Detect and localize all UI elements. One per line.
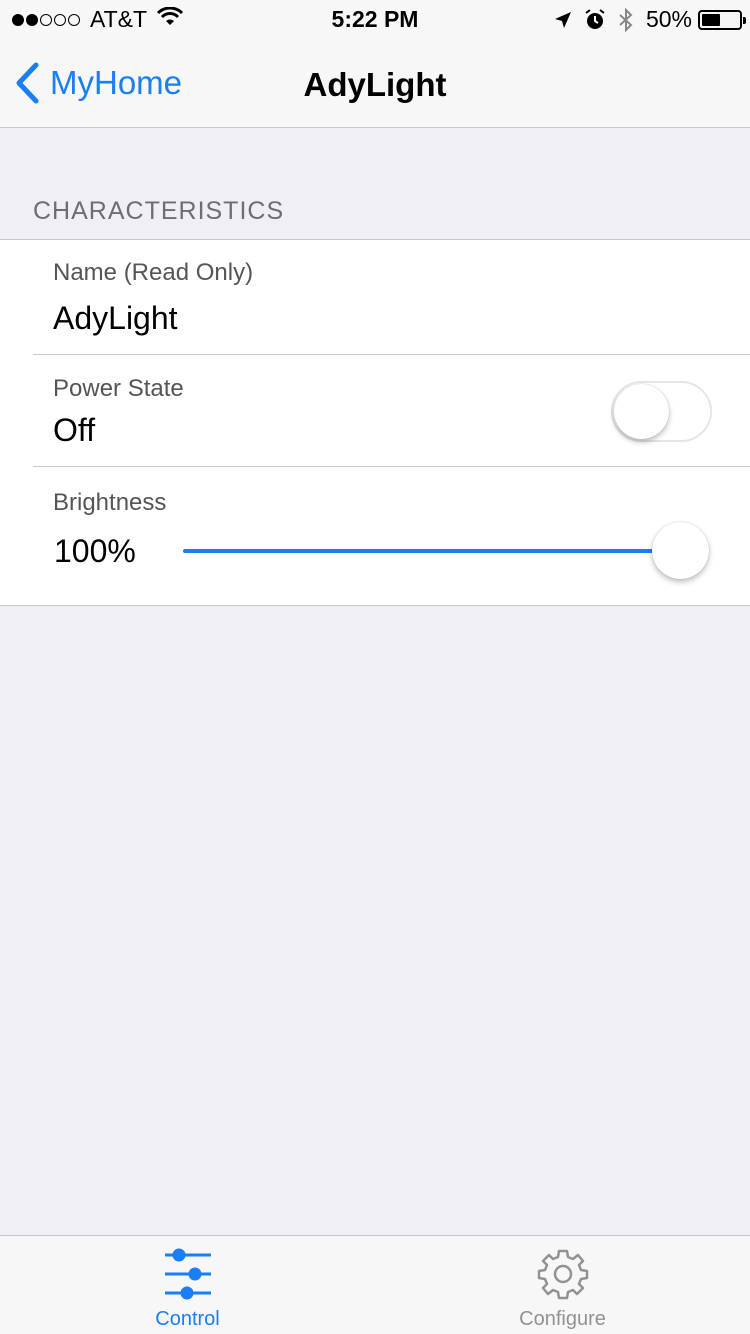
- brightness-value: 100%: [54, 533, 136, 569]
- tab-control-label: Control: [155, 1308, 220, 1330]
- battery-icon: [698, 9, 746, 30]
- bluetooth-icon: [618, 7, 634, 32]
- tab-control[interactable]: Control: [0, 1236, 375, 1334]
- power-toggle[interactable]: [611, 381, 712, 442]
- sliders-icon: [163, 1248, 213, 1305]
- section-header: CHARACTERISTICS: [33, 197, 285, 225]
- gear-icon: [537, 1248, 589, 1305]
- alarm-icon: [584, 8, 606, 31]
- characteristics-table: Name (Read Only) AdyLight Power State Of…: [0, 239, 750, 606]
- brightness-cell: Brightness 100%: [0, 467, 750, 607]
- brightness-slider-thumb[interactable]: [652, 522, 709, 579]
- battery-level: [702, 13, 720, 26]
- battery-percent: 50%: [645, 6, 692, 32]
- brightness-label: Brightness: [53, 489, 167, 516]
- power-state-value: Off: [53, 412, 96, 448]
- power-state-label: Power State: [53, 375, 184, 402]
- status-bar: AT&T 5:22 PM 50%: [0, 0, 750, 40]
- name-label: Name (Read Only): [53, 259, 254, 286]
- location-arrow-icon: [554, 11, 572, 29]
- toggle-knob: [614, 384, 669, 439]
- brightness-slider-track[interactable]: [183, 549, 681, 553]
- tab-configure-label: Configure: [519, 1308, 606, 1330]
- navigation-bar: MyHome AdyLight: [0, 40, 750, 128]
- tab-bar: Control Configure: [0, 1235, 750, 1334]
- tab-configure[interactable]: Configure: [375, 1236, 750, 1334]
- name-cell: Name (Read Only) AdyLight: [0, 240, 750, 355]
- page-title: AdyLight: [303, 66, 447, 103]
- status-right: 50%: [542, 6, 746, 33]
- name-value: AdyLight: [53, 300, 178, 336]
